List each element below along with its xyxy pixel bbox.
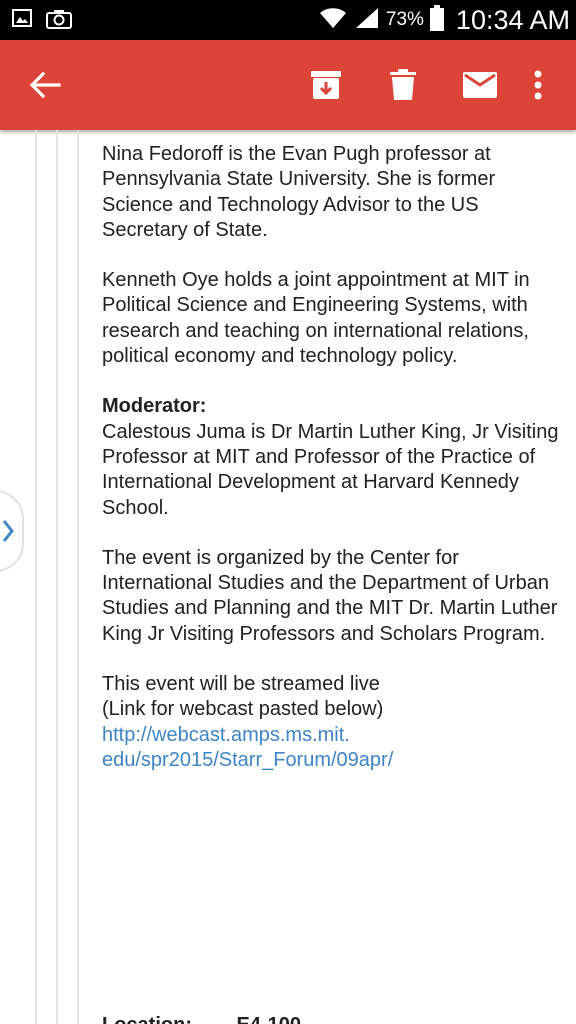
signal-icon bbox=[354, 6, 380, 35]
quote-rule bbox=[56, 130, 58, 1024]
email-message: Nina Fedoroff is the Evan Pugh professor… bbox=[102, 142, 562, 798]
back-arrow-icon bbox=[29, 71, 61, 99]
moderator-paragraph: Moderator: Calestous Juma is Dr Martin L… bbox=[102, 394, 562, 520]
camera-notification-icon bbox=[46, 9, 72, 29]
archive-icon bbox=[311, 71, 341, 99]
archive-button[interactable] bbox=[296, 40, 356, 130]
moderator-bio: Calestous Juma is Dr Martin Luther King,… bbox=[102, 420, 559, 519]
more-options-button[interactable] bbox=[518, 40, 558, 130]
webcast-link-part: edu/spr2015/Starr_Forum/09apr/ bbox=[102, 748, 394, 771]
app-bar bbox=[0, 40, 576, 130]
mark-unread-button[interactable] bbox=[450, 40, 510, 130]
status-bar: 73% 10:34 AM bbox=[0, 0, 576, 40]
email-body-area[interactable]: Nina Fedoroff is the Evan Pugh professor… bbox=[0, 130, 576, 1024]
expand-side-tab[interactable] bbox=[0, 490, 24, 572]
organizer-paragraph: The event is organized by the Center for… bbox=[102, 546, 558, 645]
battery-percent: 73% bbox=[385, 9, 424, 30]
location-line: Location: E4-100 bbox=[102, 1014, 301, 1024]
bio-paragraph: Kenneth Oye holds a joint appointment at… bbox=[102, 269, 530, 368]
quote-rule bbox=[35, 130, 37, 1024]
battery-icon bbox=[429, 4, 444, 36]
mail-icon bbox=[463, 72, 497, 98]
stream-note: This event will be streamed live bbox=[102, 673, 380, 696]
chevron-right-icon bbox=[2, 520, 14, 542]
stream-note: (Link for webcast pasted below) bbox=[102, 698, 384, 721]
wifi-icon bbox=[318, 6, 348, 35]
back-button[interactable] bbox=[14, 40, 76, 130]
quote-rule bbox=[77, 130, 79, 1024]
more-vert-icon bbox=[534, 70, 542, 100]
stream-paragraph: This event will be streamed live (Link f… bbox=[102, 672, 562, 773]
delete-button[interactable] bbox=[373, 40, 433, 130]
gallery-notification-icon bbox=[12, 9, 32, 27]
webcast-link[interactable]: http://webcast.amps.ms.mit. edu/spr2015/… bbox=[102, 723, 562, 774]
delete-icon bbox=[390, 69, 416, 100]
moderator-label: Moderator: bbox=[102, 395, 207, 418]
bio-paragraph: Nina Fedoroff is the Evan Pugh professor… bbox=[102, 143, 496, 241]
clock: 10:34 AM bbox=[455, 4, 570, 35]
webcast-link-part: http://webcast.amps.ms.mit. bbox=[102, 723, 350, 746]
